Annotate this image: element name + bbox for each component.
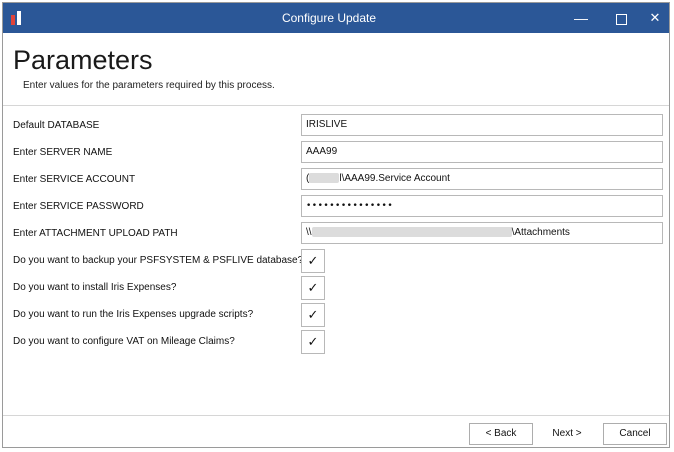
back-button[interactable]: < Back — [469, 423, 533, 445]
install-expenses-checkbox[interactable]: ✓ — [301, 276, 325, 300]
service-account-field[interactable]: (l\AAA99.Service Account — [301, 168, 663, 190]
redacted-text — [309, 173, 340, 184]
upgrade-scripts-checkbox[interactable]: ✓ — [301, 303, 325, 327]
page-title: Parameters — [13, 45, 153, 75]
upgrade-scripts-label: Do you want to run the Iris Expenses upg… — [13, 309, 254, 320]
upgrade-scripts-row: Do you want to run the Iris Expenses upg… — [3, 303, 669, 327]
minimize-icon[interactable]: — — [563, 3, 599, 33]
default-database-label: Default DATABASE — [13, 120, 100, 131]
server-name-field[interactable]: AAA99 — [301, 141, 663, 163]
vat-mileage-label: Do you want to configure VAT on Mileage … — [13, 336, 235, 347]
backup-database-label: Do you want to backup your PSFSYSTEM & P… — [13, 255, 304, 266]
default-database-row: Default DATABASE IRISLIVE — [3, 114, 669, 138]
server-name-row: Enter SERVER NAME AAA99 — [3, 141, 669, 165]
next-button[interactable]: Next > — [535, 423, 599, 445]
service-password-row: Enter SERVICE PASSWORD ••••••••••••••• — [3, 195, 669, 219]
backup-database-checkbox[interactable]: ✓ — [301, 249, 325, 273]
install-expenses-row: Do you want to install Iris Expenses? ✓ — [3, 276, 669, 300]
default-database-field[interactable]: IRISLIVE — [301, 114, 663, 136]
window-title: Configure Update — [281, 11, 377, 25]
cancel-button[interactable]: Cancel — [603, 423, 667, 445]
install-expenses-label: Do you want to install Iris Expenses? — [13, 282, 177, 293]
close-icon[interactable]: ✕ — [637, 3, 673, 33]
redacted-text — [311, 227, 512, 238]
attachment-path-label: Enter ATTACHMENT UPLOAD PATH — [13, 228, 178, 239]
server-name-label: Enter SERVER NAME — [13, 147, 113, 158]
service-password-field[interactable]: ••••••••••••••• — [301, 195, 663, 217]
attachment-path-row: Enter ATTACHMENT UPLOAD PATH \\ \Attachme… — [3, 222, 669, 246]
service-password-label: Enter SERVICE PASSWORD — [13, 201, 144, 212]
page-subtitle: Enter values for the parameters required… — [23, 80, 275, 91]
attachment-path-field[interactable]: \\ \Attachments — [301, 222, 663, 244]
service-account-label: Enter SERVICE ACCOUNT — [13, 174, 136, 185]
footer-divider — [3, 415, 669, 416]
maximize-icon[interactable] — [603, 3, 639, 33]
title-bar[interactable]: Configure Update — ✕ — [3, 3, 669, 33]
vat-mileage-checkbox[interactable]: ✓ — [301, 330, 325, 354]
header-divider — [3, 105, 669, 106]
backup-database-row: Do you want to backup your PSFSYSTEM & P… — [3, 249, 669, 273]
service-account-row: Enter SERVICE ACCOUNT (l\AAA99.Service A… — [3, 168, 669, 192]
configure-update-window: Configure Update — ✕ Parameters Enter va… — [2, 2, 670, 448]
vat-mileage-row: Do you want to configure VAT on Mileage … — [3, 330, 669, 354]
